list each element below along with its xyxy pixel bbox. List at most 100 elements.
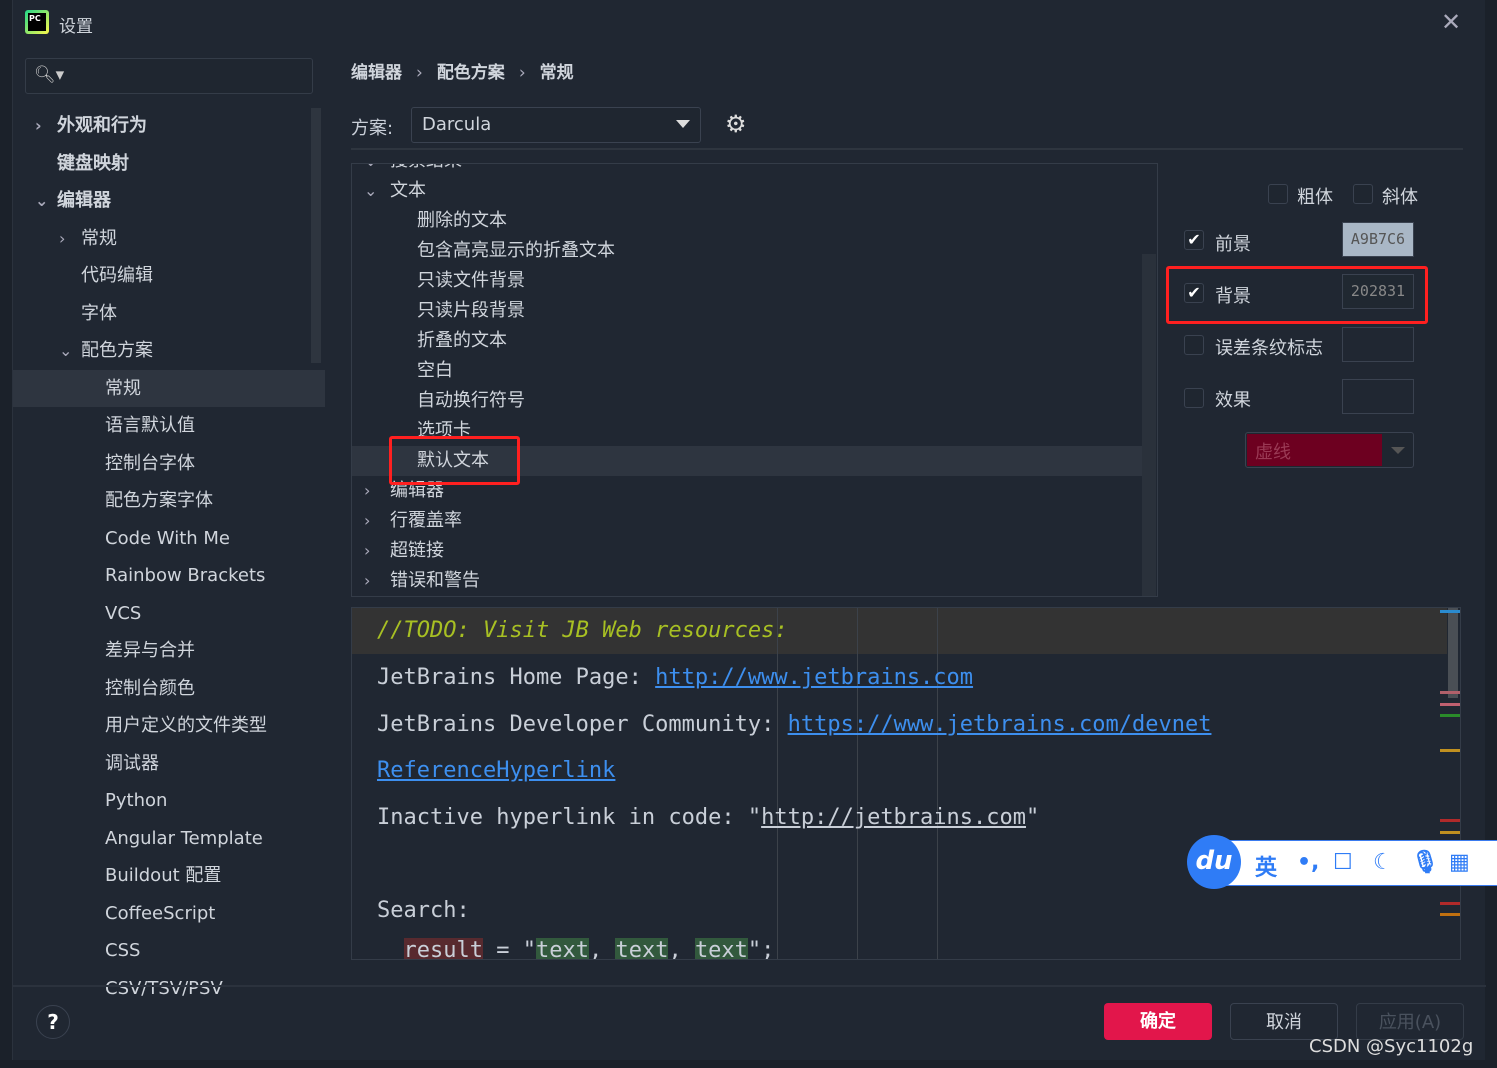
help-button[interactable]: ? (36, 1005, 70, 1039)
error-stripe-color-swatch[interactable] (1342, 327, 1414, 362)
error-stripe-mark (1440, 819, 1460, 822)
tree-item[interactable]: 只读片段背景 (352, 296, 1142, 326)
sidebar-item[interactable]: Rainbow Brackets (13, 557, 325, 594)
clipboard-icon[interactable]: ☐ (1333, 850, 1353, 875)
text: " (1026, 805, 1040, 830)
bold-checkbox[interactable] (1268, 184, 1288, 204)
tree-item-label: 折叠的文本 (417, 330, 507, 351)
apply-button[interactable]: 应用(A) (1356, 1003, 1464, 1040)
chevron-right-icon[interactable]: › (364, 506, 370, 536)
tree-item[interactable]: 空白 (352, 356, 1142, 386)
close-icon[interactable]: ✕ (1441, 8, 1461, 36)
tree-item[interactable]: ⌄ 文本 (352, 176, 1142, 206)
sidebar-item[interactable]: › 外观和行为 (13, 107, 325, 144)
sidebar-item[interactable]: 配色方案字体 (13, 482, 325, 519)
sidebar-item[interactable]: 控制台颜色 (13, 670, 325, 707)
keyboard-icon[interactable]: ▦ (1449, 850, 1470, 875)
tree-item-label: 包含高亮显示的折叠文本 (417, 240, 615, 261)
code-preview[interactable]: //TODO: Visit JB Web resources: JetBrain… (351, 607, 1461, 960)
sidebar-item[interactable]: Code With Me (13, 520, 325, 557)
sidebar-item[interactable]: 键盘映射 (13, 145, 325, 182)
indent-guide (857, 608, 858, 959)
ok-button[interactable]: 确定 (1104, 1003, 1212, 1040)
tree-item-label: 错误和警告 (390, 570, 480, 591)
tree-scrollbar[interactable] (1142, 254, 1156, 596)
chevron-down-icon[interactable]: ⌄ (35, 182, 48, 219)
sidebar-item[interactable]: › 常规 (13, 220, 325, 257)
effect-type-select[interactable]: 虚线 (1245, 432, 1414, 468)
tree-item[interactable]: 只读文件背景 (352, 266, 1142, 296)
tree-item[interactable]: ⌄ 搜索结果 (352, 164, 1142, 176)
sidebar-item[interactable]: ⌄ 编辑器 (13, 182, 325, 219)
chevron-right-icon[interactable]: › (35, 107, 42, 144)
hyperlink[interactable]: http://www.jetbrains.com (655, 665, 973, 690)
tree-item[interactable]: 包含高亮显示的折叠文本 (352, 236, 1142, 266)
microphone-icon[interactable]: 🎙 (1411, 850, 1439, 875)
chevron-right-icon[interactable]: › (364, 536, 370, 566)
gear-icon[interactable]: ⚙ (725, 110, 747, 138)
italic-checkbox[interactable] (1353, 184, 1373, 204)
pycharm-logo-icon: PC (25, 10, 49, 34)
tree-item[interactable]: 自动换行符号 (352, 386, 1142, 416)
chevron-down-icon[interactable]: ⌄ (364, 164, 377, 176)
sidebar-item-label: 键盘映射 (57, 152, 129, 174)
hyperlink[interactable]: https://www.jetbrains.com/devnet (788, 712, 1212, 737)
tree-item[interactable]: › 行覆盖率 (352, 506, 1142, 536)
search-input[interactable]: 🔍︎▾ (25, 58, 313, 94)
tree-item[interactable]: 删除的文本 (352, 206, 1142, 236)
italic-label: 斜体 (1382, 187, 1418, 208)
sidebar-item[interactable]: 控制台字体 (13, 445, 325, 482)
sidebar-item[interactable]: 常规 (13, 369, 325, 407)
sidebar-item[interactable]: Python (13, 782, 325, 819)
sidebar-item[interactable]: 字体 (13, 295, 325, 332)
language-toggle[interactable]: 英 (1255, 850, 1277, 882)
error-stripe-mark (1440, 913, 1460, 916)
chevron-down-icon[interactable]: ⌄ (364, 176, 377, 206)
ime-toolbar[interactable]: du 英 •, ☐ ☾ 🎙 ▦ (1187, 835, 1497, 889)
chevron-down-icon[interactable]: ⌄ (59, 332, 72, 369)
foreground-color-swatch[interactable]: A9B7C6 (1342, 222, 1414, 257)
sidebar-item[interactable]: VCS (13, 595, 325, 632)
sidebar-item[interactable]: CSS (13, 932, 325, 969)
reference-hyperlink[interactable]: ReferenceHyperlink (377, 758, 615, 783)
sidebar-item[interactable]: CoffeeScript (13, 895, 325, 932)
scheme-select[interactable]: Darcula (411, 107, 701, 143)
sidebar-item[interactable]: 用户定义的文件类型 (13, 707, 325, 744)
text: "; (747, 938, 775, 960)
sidebar-scrollbar[interactable] (311, 108, 321, 363)
error-stripe-mark (1440, 749, 1460, 752)
tree-item[interactable]: › 超链接 (352, 536, 1142, 566)
chevron-right-icon[interactable]: › (364, 566, 370, 596)
punctuation-icon[interactable]: •, (1297, 850, 1319, 875)
tree-item[interactable]: › 错误和警告 (352, 566, 1142, 596)
effects-checkbox[interactable] (1184, 388, 1204, 408)
foreground-checkbox[interactable]: ✔ (1184, 230, 1204, 250)
effects-color-swatch[interactable] (1342, 379, 1414, 414)
breadcrumb-item[interactable]: 编辑器 (351, 63, 402, 83)
search-result-write: result (403, 938, 483, 959)
sidebar-item[interactable]: 语言默认值 (13, 407, 325, 444)
chevron-right-icon[interactable]: › (59, 220, 65, 257)
todo-comment: //TODO: Visit JB Web resources: (377, 618, 788, 643)
chevron-down-icon (676, 120, 690, 128)
error-stripe-checkbox[interactable] (1184, 335, 1204, 355)
sidebar-item[interactable]: 差异与合并 (13, 632, 325, 669)
sidebar-item[interactable]: Angular Template (13, 820, 325, 857)
chevron-right-icon[interactable]: › (364, 476, 370, 506)
preview-scrollbar[interactable] (1448, 608, 1458, 698)
breadcrumb-item[interactable]: 配色方案 (437, 63, 505, 83)
sidebar-item[interactable]: Buildout 配置 (13, 857, 325, 894)
sidebar-item-label: Code With Me (105, 527, 230, 549)
sidebar-item[interactable]: ⌄ 配色方案 (13, 332, 325, 369)
sidebar-item[interactable]: 调试器 (13, 745, 325, 782)
sidebar-item[interactable]: 代码编辑 (13, 257, 325, 294)
baidu-ime-logo[interactable]: du (1187, 835, 1241, 889)
inactive-hyperlink: http://jetbrains.com (761, 805, 1027, 830)
moon-icon[interactable]: ☾ (1373, 850, 1393, 875)
preview-line: JetBrains Home Page: http://www.jetbrain… (377, 665, 973, 690)
error-stripe-label: 误差条纹标志 (1215, 338, 1323, 359)
cancel-button[interactable]: 取消 (1230, 1003, 1338, 1040)
tree-item[interactable]: 折叠的文本 (352, 326, 1142, 356)
settings-dialog: PC 设置 ✕ 🔍︎▾ › 外观和行为 键盘映射 ⌄ 编辑器 › 常规 代码编辑 字体 ⌄ 配色方案… (12, 0, 1486, 1060)
sidebar-item[interactable]: CSV/TSV/PSV (13, 970, 325, 1007)
